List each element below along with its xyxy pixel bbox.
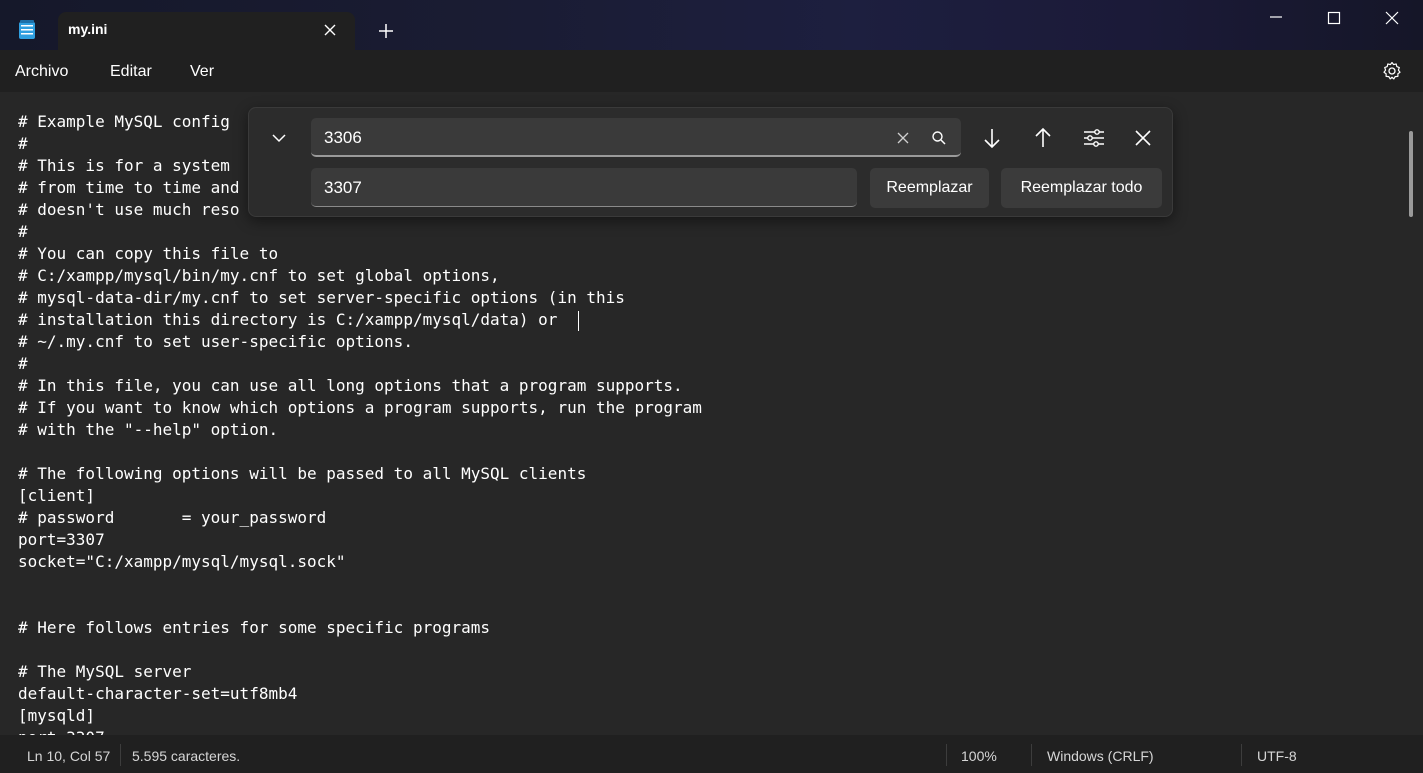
code-line: # password = your_password <box>18 508 327 527</box>
char-count: 5.595 caracteres. <box>132 748 241 764</box>
code-line: # with the "--help" option. <box>18 420 279 439</box>
options-sliders-icon[interactable] <box>1082 126 1106 150</box>
find-replace-panel: 3306 3307 Reemplazar Reemplazar todo <box>248 107 1173 217</box>
replace-all-button[interactable]: Reemplazar todo <box>1001 168 1162 208</box>
close-window-button[interactable] <box>1363 0 1421 34</box>
minimize-button[interactable] <box>1247 0 1305 34</box>
search-icon[interactable] <box>931 130 947 146</box>
menu-editar[interactable]: Editar <box>110 63 152 81</box>
replace-input-value: 3307 <box>324 178 362 197</box>
replace-button[interactable]: Reemplazar <box>870 168 989 208</box>
code-line: # You can copy this file to <box>18 244 279 263</box>
code-line: # In this file, you can use all long opt… <box>18 376 683 395</box>
code-line: # <box>18 222 28 241</box>
code-line: # mysql-data-dir/my.cnf to set server-sp… <box>18 288 625 307</box>
zoom-level[interactable]: 100% <box>961 748 997 764</box>
code-line: port=3307 <box>18 530 105 549</box>
clear-icon[interactable] <box>895 130 911 146</box>
chevron-down-icon[interactable] <box>268 127 290 149</box>
text-cursor <box>578 311 579 331</box>
line-ending[interactable]: Windows (CRLF) <box>1047 748 1154 764</box>
code-line: # C:/xampp/mysql/bin/my.cnf to set globa… <box>18 266 500 285</box>
code-line: # installation this directory is C:/xamp… <box>18 310 558 329</box>
divider <box>1031 744 1032 766</box>
close-icon[interactable] <box>321 21 339 39</box>
gear-icon[interactable] <box>1382 61 1402 81</box>
divider <box>946 744 947 766</box>
close-icon[interactable] <box>1131 126 1155 150</box>
title-bar: my.ini <box>0 0 1423 50</box>
tab-my-ini[interactable]: my.ini <box>58 12 355 50</box>
code-line: socket="C:/xampp/mysql/mysql.sock" <box>18 552 346 571</box>
maximize-icon <box>1327 11 1341 25</box>
divider <box>1241 744 1242 766</box>
menu-bar: Archivo Editar Ver <box>0 50 1423 92</box>
code-line: # If you want to know which options a pr… <box>18 398 702 417</box>
maximize-button[interactable] <box>1305 0 1363 34</box>
menu-archivo[interactable]: Archivo <box>15 63 68 81</box>
tab-title: my.ini <box>68 21 108 37</box>
code-line: port=3307 <box>18 727 702 735</box>
divider <box>120 744 121 766</box>
close-icon <box>1385 11 1399 25</box>
arrow-up-icon[interactable] <box>1031 126 1055 150</box>
code-line: # <box>18 354 28 373</box>
code-line: # The following options will be passed t… <box>18 464 587 483</box>
arrow-down-icon[interactable] <box>980 126 1004 150</box>
encoding[interactable]: UTF-8 <box>1257 748 1297 764</box>
code-line: # The MySQL server <box>18 662 192 681</box>
find-input-value: 3306 <box>324 128 362 147</box>
code-line: # Here follows entries for some specific… <box>18 618 491 637</box>
find-input[interactable]: 3306 <box>311 118 961 157</box>
notepad-icon <box>18 20 36 40</box>
menu-ver[interactable]: Ver <box>190 63 214 81</box>
code-line: # ~/.my.cnf to set user-specific options… <box>18 332 413 351</box>
code-line: [mysqld] <box>18 706 96 725</box>
cursor-position: Ln 10, Col 57 <box>27 748 111 764</box>
status-bar: Ln 10, Col 57 5.595 caracteres. 100% Win… <box>0 735 1423 773</box>
vertical-scrollbar[interactable] <box>1409 131 1413 217</box>
add-tab-icon[interactable] <box>376 21 396 41</box>
code-line: [client] <box>18 486 96 505</box>
replace-input[interactable]: 3307 <box>311 168 857 207</box>
minimize-icon <box>1270 16 1282 18</box>
code-line: default-character-set=utf8mb4 <box>18 684 298 703</box>
